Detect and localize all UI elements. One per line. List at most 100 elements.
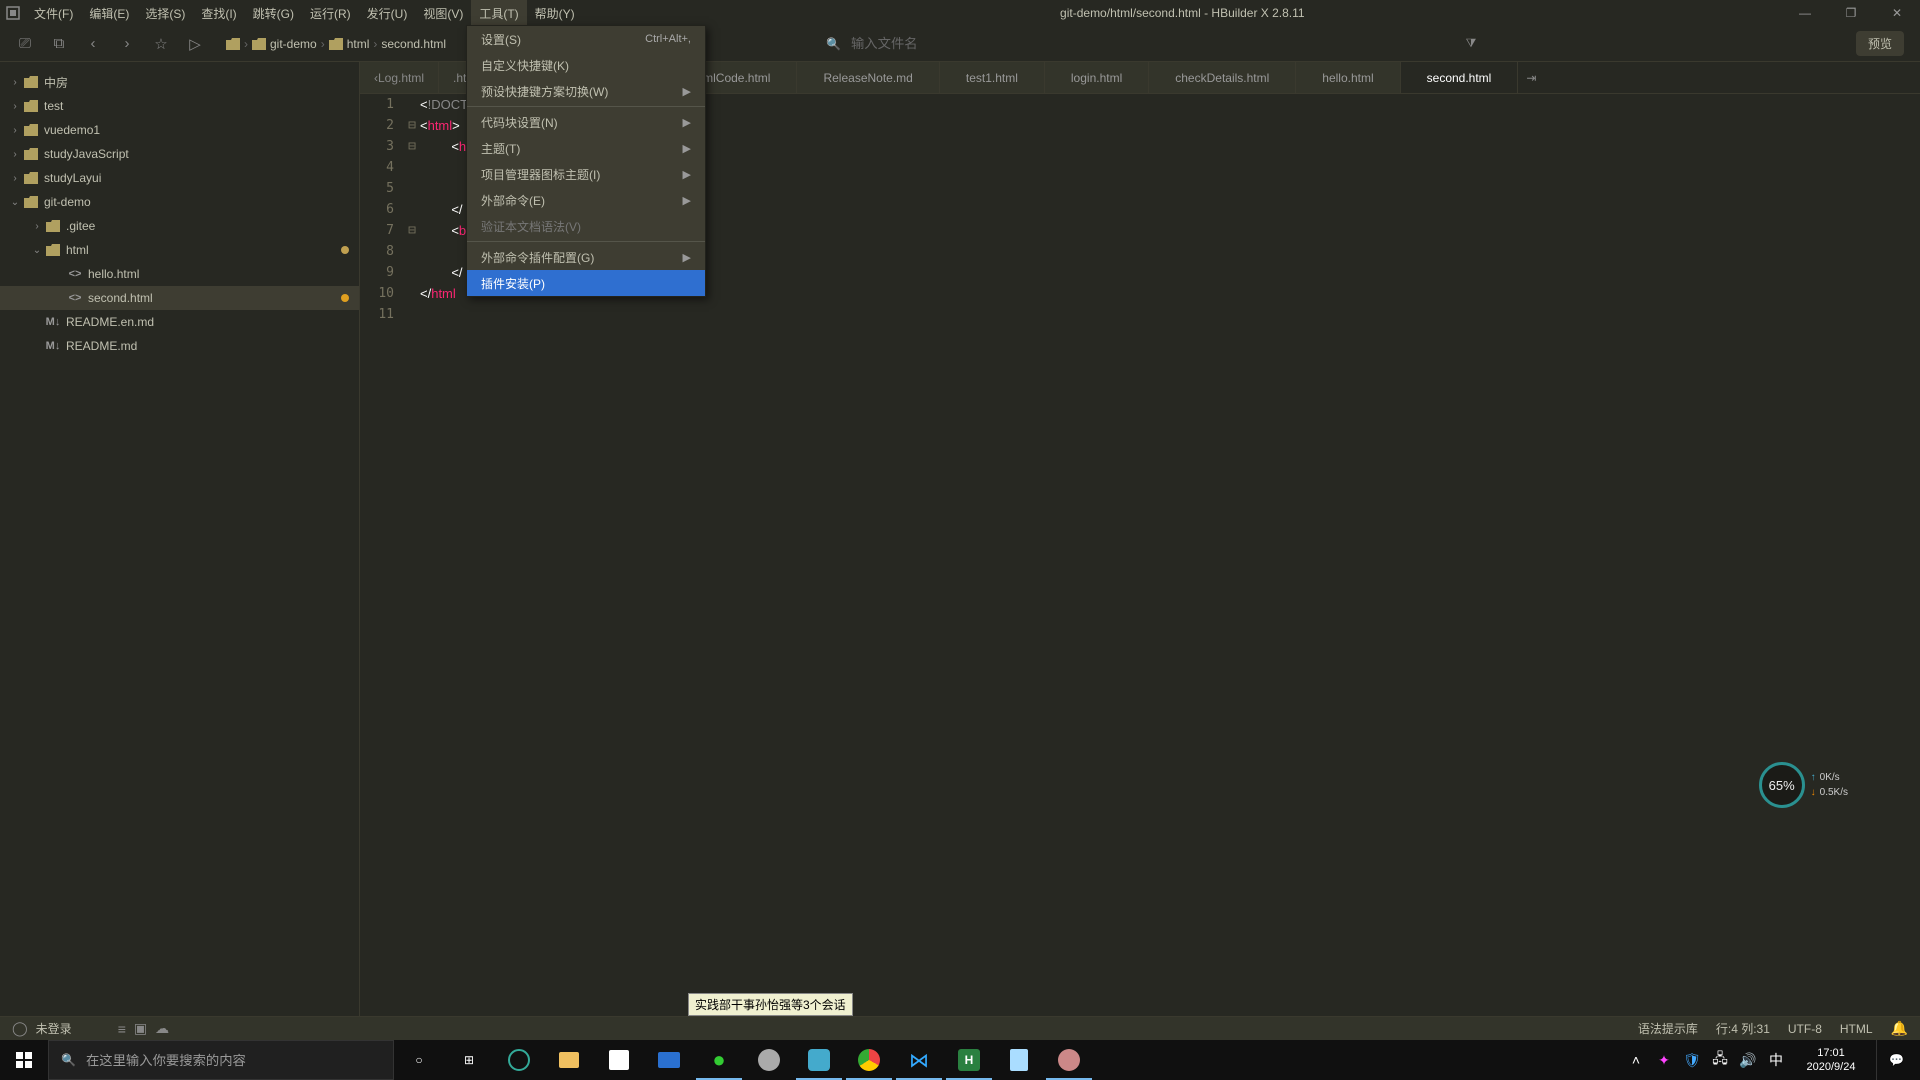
menu-item[interactable]: 预设快捷键方案切换(W)▶ (467, 78, 705, 104)
tree-item[interactable]: ›中房 (0, 70, 359, 94)
tray-volume-icon[interactable]: 🔊 (1738, 1040, 1758, 1080)
menu-item[interactable]: 外部命令(E)▶ (467, 187, 705, 213)
menu-0[interactable]: 文件(F) (26, 0, 81, 26)
collapse-sidebar-icon[interactable]: ⎚ (8, 27, 42, 61)
file-search-input[interactable] (851, 36, 1446, 51)
list-icon[interactable]: ≡ (118, 1021, 126, 1037)
menu-item[interactable]: 设置(S)Ctrl+Alt+, (467, 26, 705, 52)
app-blue-icon[interactable] (794, 1040, 844, 1080)
edge-icon[interactable] (494, 1040, 544, 1080)
login-status[interactable]: 未登录 (36, 1020, 72, 1037)
menu-2[interactable]: 选择(S) (137, 0, 193, 26)
tray-app1-icon[interactable]: ✦ (1654, 1040, 1674, 1080)
chevron-icon[interactable]: › (8, 149, 22, 160)
tree-item[interactable]: ›studyJavaScript (0, 142, 359, 166)
taskview-icon[interactable]: ⊞ (444, 1040, 494, 1080)
tray-clock[interactable]: 17:01 2020/9/24 (1794, 1046, 1868, 1074)
menu-5[interactable]: 运行(R) (302, 0, 359, 26)
mail-icon[interactable] (644, 1040, 694, 1080)
menu-item[interactable]: 插件安装(P) (467, 270, 705, 296)
tree-item[interactable]: ›test (0, 94, 359, 118)
chevron-icon[interactable]: ⌄ (30, 245, 44, 256)
breadcrumb-seg[interactable]: git-demo (252, 37, 317, 51)
chevron-icon[interactable]: › (30, 221, 44, 232)
fold-toggle[interactable]: ⊟ (404, 220, 420, 241)
tray-notifications-icon[interactable]: 💬 (1876, 1040, 1916, 1080)
chevron-icon[interactable]: ⌄ (8, 197, 22, 208)
tree-item[interactable]: ⌄html (0, 238, 359, 262)
nav-forward-icon[interactable]: › (110, 27, 144, 61)
chevron-icon[interactable]: › (8, 77, 22, 88)
user-icon[interactable]: ◯ (12, 1020, 28, 1037)
tray-security-icon[interactable]: 🛡 (1682, 1040, 1702, 1080)
tree-item[interactable]: ⌄git-demo (0, 190, 359, 214)
maximize-button[interactable]: ❐ (1828, 0, 1874, 26)
nav-back-icon[interactable]: ‹ (76, 27, 110, 61)
tree-item[interactable]: ›vuedemo1 (0, 118, 359, 142)
editor-tab[interactable]: ‹Log.html (360, 62, 439, 93)
app-round-icon[interactable] (744, 1040, 794, 1080)
cortana-icon[interactable]: ○ (394, 1040, 444, 1080)
tray-network-icon[interactable]: 🖧 (1710, 1040, 1730, 1080)
run-icon[interactable]: ▷ (178, 27, 212, 61)
fold-toggle[interactable]: ⊟ (404, 136, 420, 157)
chrome-icon[interactable] (844, 1040, 894, 1080)
cloud-icon[interactable]: ☁ (155, 1020, 169, 1037)
breadcrumb-seg[interactable]: html (329, 37, 370, 51)
taskbar-search-input[interactable] (86, 1053, 381, 1068)
menu-item[interactable]: 代码块设置(N)▶ (467, 109, 705, 135)
editor-tab[interactable]: second.html (1401, 62, 1519, 93)
editor-tab[interactable]: test1.html (940, 62, 1045, 93)
vscode-icon[interactable]: ⋈ (894, 1040, 944, 1080)
tree-item[interactable]: M↓README.en.md (0, 310, 359, 334)
breadcrumb-seg[interactable]: second.html (381, 37, 446, 51)
chevron-icon[interactable]: › (8, 101, 22, 112)
notification-bell-icon[interactable]: 🔔 (1891, 1020, 1908, 1037)
app-pink-icon[interactable] (1044, 1040, 1094, 1080)
menu-7[interactable]: 视图(V) (415, 0, 471, 26)
chevron-icon[interactable]: › (8, 173, 22, 184)
taskbar-search[interactable]: 🔍 (48, 1040, 394, 1080)
tray-expand-icon[interactable]: ˄ (1626, 1040, 1646, 1080)
editor-tab[interactable]: login.html (1045, 62, 1149, 93)
editor-tab[interactable]: ReleaseNote.md (797, 62, 939, 93)
menu-1[interactable]: 编辑(E) (81, 0, 137, 26)
fold-toggle[interactable]: ⊟ (404, 115, 420, 136)
terminal-icon[interactable]: ▣ (134, 1020, 147, 1037)
filter-icon[interactable]: ⧩ (1456, 36, 1486, 51)
code-line[interactable] (420, 304, 1920, 325)
store-icon[interactable] (594, 1040, 644, 1080)
menu-8[interactable]: 工具(T) (471, 0, 526, 26)
performance-widget[interactable]: 65% ↑0K/s ↓0.5K/s (1759, 762, 1848, 808)
preview-button[interactable]: 预览 (1856, 31, 1904, 56)
menu-6[interactable]: 发行(U) (359, 0, 416, 26)
search-file-icon[interactable]: 🔍 (826, 37, 841, 51)
hbuilder-icon[interactable]: H (944, 1040, 994, 1080)
editor-tab[interactable]: hello.html (1296, 62, 1400, 93)
tab-overflow-icon[interactable]: ⇥ (1518, 62, 1544, 93)
wechat-icon[interactable]: ● (694, 1040, 744, 1080)
menu-item[interactable]: 主题(T)▶ (467, 135, 705, 161)
encoding[interactable]: UTF-8 (1788, 1022, 1822, 1036)
menu-4[interactable]: 跳转(G) (245, 0, 302, 26)
new-window-icon[interactable]: ⧉ (42, 27, 76, 61)
tree-item[interactable]: M↓README.md (0, 334, 359, 358)
breadcrumb-root[interactable] (226, 38, 240, 50)
menu-item[interactable]: 项目管理器图标主题(I)▶ (467, 161, 705, 187)
editor-tab[interactable]: checkDetails.html (1149, 62, 1296, 93)
language-mode[interactable]: HTML (1840, 1022, 1873, 1036)
tree-item[interactable]: <>second.html (0, 286, 359, 310)
tree-item[interactable]: ›.gitee (0, 214, 359, 238)
menu-9[interactable]: 帮助(Y) (527, 0, 583, 26)
start-button[interactable] (0, 1040, 48, 1080)
syntax-hint-button[interactable]: 语法提示库 (1638, 1020, 1698, 1037)
tree-item[interactable]: <>hello.html (0, 262, 359, 286)
menu-item[interactable]: 外部命令插件配置(G)▶ (467, 244, 705, 270)
tree-item[interactable]: ›studyLayui (0, 166, 359, 190)
menu-3[interactable]: 查找(I) (193, 0, 244, 26)
notepad-icon[interactable] (994, 1040, 1044, 1080)
menu-item[interactable]: 自定义快捷键(K) (467, 52, 705, 78)
explorer-icon[interactable] (544, 1040, 594, 1080)
tray-ime-icon[interactable]: 中 (1766, 1040, 1786, 1080)
favorite-icon[interactable]: ☆ (144, 27, 178, 61)
